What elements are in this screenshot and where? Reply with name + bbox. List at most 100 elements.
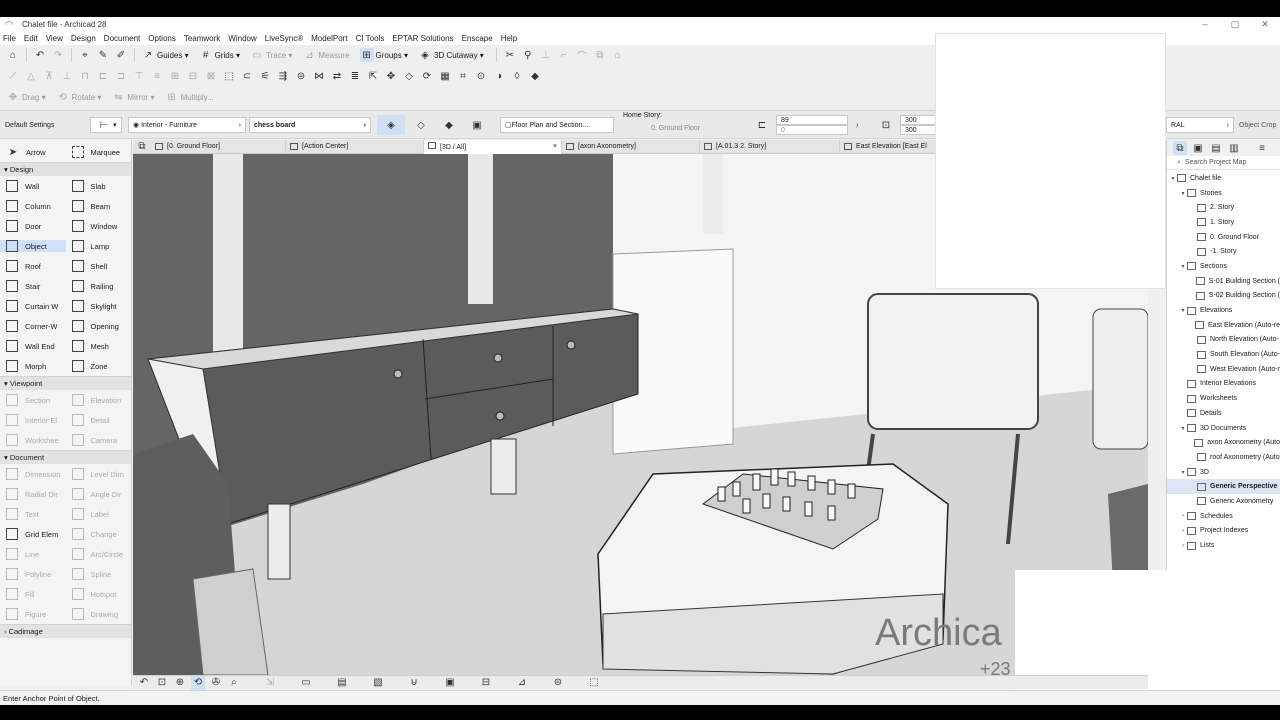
- tool-radial-dir[interactable]: Radial Dir: [0, 488, 66, 500]
- toolbox-section-design[interactable]: ▾ Design: [0, 162, 131, 176]
- project-map-icon[interactable]: ⧉: [1173, 141, 1187, 155]
- depth-field[interactable]: 300: [900, 125, 938, 135]
- edit-tool-icon[interactable]: ≡: [150, 69, 164, 83]
- tree-toggle-icon[interactable]: ▾: [1179, 469, 1187, 476]
- tree-toggle-icon[interactable]: ›: [1179, 528, 1187, 534]
- tool-skylight[interactable]: Skylight: [66, 300, 132, 312]
- menu-view[interactable]: View: [46, 34, 63, 43]
- object-crop[interactable]: Object Crop: [1239, 114, 1276, 136]
- tool-angle-dir[interactable]: Angle Dir: [66, 488, 132, 500]
- tool-railing[interactable]: Railing: [66, 280, 132, 292]
- tool-object[interactable]: Object: [0, 240, 66, 252]
- layout-book-icon[interactable]: ▤: [1209, 141, 1223, 155]
- tree-toggle-icon[interactable]: ▾: [1179, 425, 1187, 432]
- trace-button[interactable]: ▭ Trace ▾: [248, 48, 292, 62]
- measure-button[interactable]: ⊿ Measure: [300, 48, 349, 62]
- redo-icon[interactable]: ↷: [51, 48, 65, 62]
- fillet-icon[interactable]: ⌒: [575, 48, 589, 63]
- menu-livesync[interactable]: LiveSync®: [265, 34, 303, 43]
- tool-roof[interactable]: Roof: [0, 260, 66, 272]
- tree-item[interactable]: 0. Ground Floor: [1167, 230, 1280, 245]
- tool-opening[interactable]: Opening: [66, 320, 132, 332]
- edit-tool-icon[interactable]: ⊞: [168, 69, 182, 83]
- tool-change[interactable]: Change: [66, 528, 132, 540]
- tab-3d-all[interactable]: [3D / All] ×: [424, 139, 562, 154]
- multiply-button[interactable]: ⊞ Multiply...: [163, 90, 213, 104]
- tree-item[interactable]: Interior Elevations: [1167, 377, 1280, 392]
- graphic-override-icon[interactable]: ◑: [492, 69, 506, 83]
- mirror-button[interactable]: ⇋ Mirror ▾: [109, 90, 154, 104]
- edit-tool-icon[interactable]: ⊥: [60, 69, 74, 83]
- pin-icon[interactable]: ⊙: [474, 69, 488, 83]
- tree-item[interactable]: ▾ Stories: [1167, 186, 1280, 201]
- tool-shell[interactable]: Shell: [66, 260, 132, 272]
- menu-ci-tools[interactable]: CI Tools: [356, 34, 385, 43]
- explode-icon[interactable]: ⬚: [222, 69, 236, 83]
- menu-edit[interactable]: Edit: [24, 34, 38, 43]
- tool-hotspot[interactable]: Hotspot: [66, 588, 132, 600]
- tab-east-elevation[interactable]: East Elevation [East El: [840, 140, 930, 154]
- move-icon[interactable]: ✥: [384, 69, 398, 83]
- tab-2-story[interactable]: [A.01.3 2. Story]: [700, 139, 840, 154]
- toolbox-section-cadimage[interactable]: › Cadimage: [0, 624, 131, 638]
- menu-design[interactable]: Design: [71, 34, 96, 43]
- tab-axon-axonometry[interactable]: [axon Axonometry]: [562, 139, 700, 154]
- tool-curtain-w[interactable]: Curtain W: [0, 300, 66, 312]
- home-story[interactable]: Home Story: 0. Ground Floor: [623, 112, 700, 134]
- tree-toggle-icon[interactable]: ▾: [1169, 175, 1177, 182]
- element-transfer-icon[interactable]: ⇄: [330, 69, 344, 83]
- favorite-icon[interactable]: ◆: [528, 69, 542, 83]
- tree-item[interactable]: South Elevation (Auto-: [1167, 347, 1280, 362]
- edit-tool-icon[interactable]: ⊏: [96, 69, 110, 83]
- tree-item[interactable]: 1. Story: [1167, 215, 1280, 230]
- edit-tool-icon[interactable]: △: [24, 69, 38, 83]
- tool-arrow[interactable]: ➤ Arrow: [0, 145, 66, 159]
- offset-icon[interactable]: ⧉: [593, 48, 607, 62]
- distribute-icon[interactable]: ⊜: [294, 69, 308, 83]
- tree-toggle-icon[interactable]: ›: [1179, 513, 1187, 519]
- tool-stair[interactable]: Stair: [0, 280, 66, 292]
- tree-toggle-icon[interactable]: ▾: [1179, 263, 1187, 270]
- undo-view-icon[interactable]: ↶: [137, 676, 151, 690]
- tree-item[interactable]: ▾ Chalet file: [1167, 171, 1280, 186]
- edit-tool-icon[interactable]: ⊤: [132, 69, 146, 83]
- zoom-in-icon[interactable]: ⊕: [173, 676, 187, 690]
- dimension-icon[interactable]: ⊜: [551, 676, 565, 690]
- layer-selector[interactable]: ◉ Interior - Furniture ›: [128, 114, 246, 136]
- tool-section[interactable]: Section: [0, 394, 66, 406]
- tab-list-icon[interactable]: ⧉: [135, 140, 149, 154]
- edit-tool-icon[interactable]: ⊐: [114, 69, 128, 83]
- tree-toggle-icon[interactable]: ▾: [1179, 307, 1187, 314]
- tool-slab[interactable]: Slab: [66, 180, 132, 192]
- renovation-icon[interactable]: ⊟: [479, 676, 493, 690]
- pen-set-icon[interactable]: ▧: [371, 676, 385, 690]
- grids-button[interactable]: # Grids ▾: [197, 48, 240, 62]
- tool-drawing[interactable]: Drawing: [66, 608, 132, 620]
- edit-tool-icon[interactable]: ⊟: [186, 69, 200, 83]
- adjust-icon[interactable]: ⊥: [539, 48, 553, 62]
- edit-tool-icon[interactable]: ⊓: [78, 69, 92, 83]
- menu-window[interactable]: Window: [228, 34, 256, 43]
- tree-item[interactable]: › Lists: [1167, 538, 1280, 553]
- width-field[interactable]: 300: [900, 115, 938, 125]
- tool-spline[interactable]: Spline: [66, 568, 132, 580]
- tool-text[interactable]: Text: [0, 508, 66, 520]
- tree-item[interactable]: 2. Story: [1167, 200, 1280, 215]
- tool-wall[interactable]: Wall: [0, 180, 66, 192]
- edit-tool-icon[interactable]: ⊠: [204, 69, 218, 83]
- tool-mesh[interactable]: Mesh: [66, 340, 132, 352]
- menu-teamwork[interactable]: Teamwork: [184, 34, 220, 43]
- tool-line[interactable]: Line: [0, 548, 66, 560]
- stretch-icon[interactable]: ≣: [348, 69, 362, 83]
- tree-item[interactable]: North Elevation (Auto-: [1167, 333, 1280, 348]
- pick-up-icon[interactable]: ⌖: [78, 48, 92, 62]
- scale-icon[interactable]: ▭: [299, 676, 313, 690]
- fit-icon[interactable]: ⇲: [263, 676, 277, 690]
- tree-item[interactable]: axon Axonometry (Auto: [1167, 435, 1280, 450]
- tool-marquee[interactable]: Marquee: [66, 146, 132, 158]
- scissors-icon[interactable]: ✂: [503, 48, 517, 62]
- tool-morph[interactable]: Morph: [0, 360, 66, 372]
- minimize-button[interactable]: –: [1190, 17, 1220, 31]
- menu-enscape[interactable]: Enscape: [462, 34, 493, 43]
- tree-item[interactable]: S-02 Building Section (: [1167, 289, 1280, 304]
